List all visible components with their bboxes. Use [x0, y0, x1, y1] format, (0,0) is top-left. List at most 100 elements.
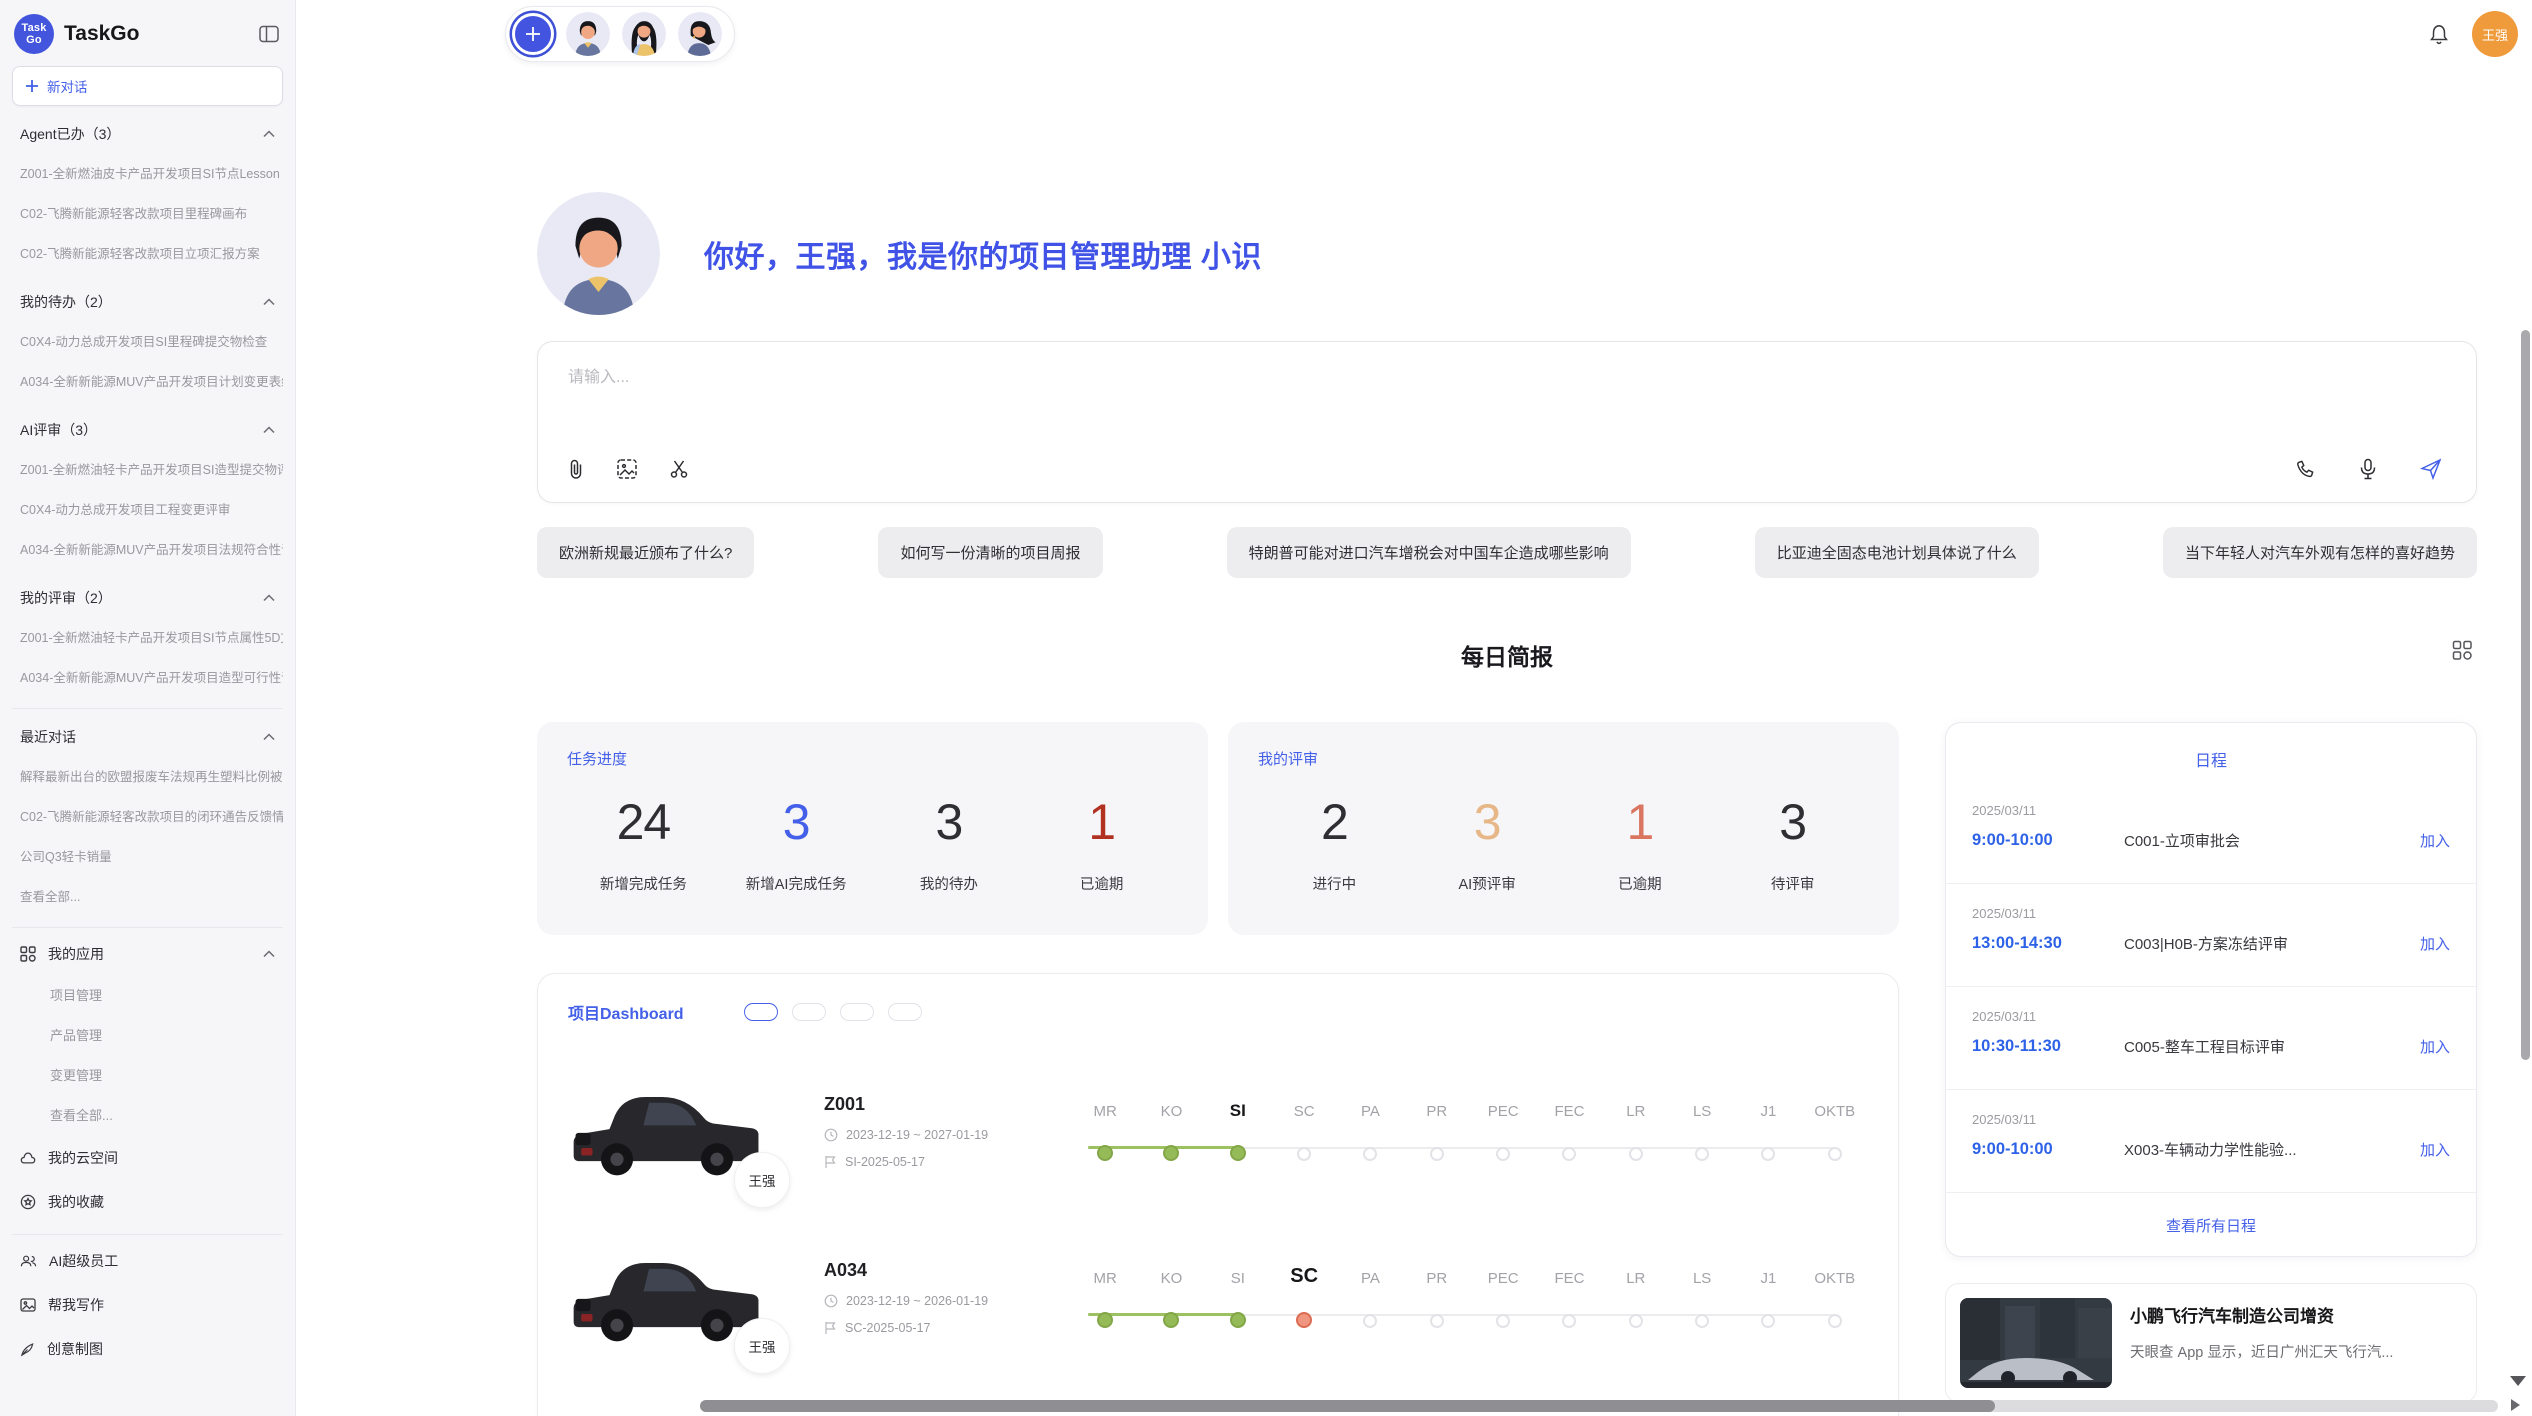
stat-label: AI预评审 — [1411, 873, 1564, 894]
view-all-schedule-link[interactable]: 查看所有日程 — [1946, 1193, 2476, 1248]
my-apps-subitem[interactable]: 项目管理 — [12, 976, 283, 1016]
sidebar-chat-item[interactable]: A034-全新新能源MUV产品开发项目造型可行性评审 — [12, 658, 283, 698]
sidebar-chat-item[interactable]: C0X4-动力总成开发项目工程变更评审 — [12, 490, 283, 530]
schedule-card: 日程 2025/03/11 9:00-10:00 C001-立项审批会 加入 2… — [1945, 722, 2477, 1257]
event-time: 9:00-10:00 — [1972, 1140, 2124, 1159]
sidebar-chat-item[interactable]: 公司Q3轻卡销量 — [12, 837, 283, 877]
scroll-down-arrow[interactable] — [2510, 1376, 2526, 1386]
suggestion-chip[interactable]: 特朗普可能对进口汽车增税会对中国车企造成哪些影响 — [1227, 527, 1631, 578]
sidebar-section-header[interactable]: 我的待办（2） — [12, 280, 283, 322]
layout-toggle-button[interactable] — [2452, 640, 2473, 661]
view-all-chats-link[interactable]: 查看全部... — [12, 877, 283, 917]
sidebar-chat-item[interactable]: A034-全新新能源MUV产品开发项目计划变更表编写 — [12, 362, 283, 402]
assistant-avatar-2[interactable] — [622, 12, 666, 56]
my-apps-subitem[interactable]: 产品管理 — [12, 1016, 283, 1056]
sidebar-section-header[interactable]: 最近对话 — [12, 715, 283, 757]
dashboard-filter[interactable] — [888, 1003, 922, 1021]
sidebar-chat-item[interactable]: C02-飞腾新能源轻客改款项目的闭环通告反馈情况 — [12, 797, 283, 837]
sidebar-section: 我的待办（2） C0X4-动力总成开发项目SI里程碑提交物检查A034-全新新能… — [12, 280, 283, 402]
project-owner-badge: 王强 — [734, 1318, 790, 1374]
assistant-avatar-3[interactable] — [678, 12, 722, 56]
sidebar-collapse-button[interactable] — [257, 23, 281, 45]
suggestion-chip[interactable]: 如何写一份清晰的项目周报 — [878, 527, 1102, 578]
sidebar-item-favorites[interactable]: 我的收藏 — [12, 1180, 283, 1224]
sidebar-chat-item[interactable]: Z001-全新燃油皮卡产品开发项目SI节点Lesson Learn报告 — [12, 154, 283, 194]
stat-grid: 24 新增完成任务 3 新增AI完成任务 3 我的待办 1 已逾期 — [567, 797, 1178, 894]
horizontal-scrollbar-thumb[interactable] — [700, 1400, 1995, 1412]
stat-value: 1 — [1025, 797, 1178, 847]
paperclip-icon — [566, 458, 586, 480]
insert-image-button[interactable] — [616, 458, 638, 480]
chat-input[interactable] — [566, 368, 1887, 388]
milestone-dot — [1562, 1314, 1576, 1328]
milestone-dot — [1363, 1314, 1377, 1328]
sidebar-section-header[interactable]: AI评审（3） — [12, 408, 283, 450]
milestone-dot — [1761, 1314, 1775, 1328]
project-flag: SI-2025-05-17 — [824, 1155, 1062, 1169]
new-chat-button[interactable]: 新对话 — [12, 66, 283, 106]
send-plane-icon — [2420, 458, 2442, 480]
milestone-dot — [1496, 1314, 1510, 1328]
sidebar-section-header[interactable]: 我的评审（2） — [12, 576, 283, 618]
milestone-dot — [1695, 1147, 1709, 1161]
sidebar-item-creative-draw[interactable]: 创意制图 — [12, 1327, 283, 1371]
new-chat-label: 新对话 — [47, 76, 88, 96]
milestone-label: LS — [1693, 1271, 1711, 1286]
vertical-scrollbar[interactable] — [2521, 330, 2530, 1060]
sidebar-chat-item[interactable]: C02-飞腾新能源轻客改款项目立项汇报方案 — [12, 234, 283, 274]
my-apps-subitem[interactable]: 变更管理 — [12, 1056, 283, 1096]
my-apps-label: 我的应用 — [48, 944, 251, 964]
join-link[interactable]: 加入 — [2420, 830, 2450, 851]
suggestion-chip[interactable]: 当下年轻人对汽车外观有怎样的喜好趋势 — [2163, 527, 2477, 578]
news-card[interactable]: 小鹏飞行汽车制造公司增资 天眼查 App 显示，近日广州汇天飞行汽... — [1945, 1283, 2477, 1403]
milestone-label: MR — [1094, 1104, 1117, 1119]
flag-milestone: SC-2025-05-17 — [845, 1321, 930, 1335]
stat-value: 24 — [567, 797, 720, 847]
sidebar-chat-item[interactable]: Z001-全新燃油轻卡产品开发项目SI节点属性5D文件评审 — [12, 618, 283, 658]
sidebar-chat-item[interactable]: Z001-全新燃油轻卡产品开发项目SI造型提交物评审 — [12, 450, 283, 490]
event-main: 9:00-10:00 X003-车辆动力学性能验... 加入 — [1972, 1139, 2450, 1160]
sidebar-section-header[interactable]: Agent已办（3） — [12, 112, 283, 154]
join-link[interactable]: 加入 — [2420, 1036, 2450, 1057]
dashboard-filter[interactable] — [840, 1003, 874, 1021]
section-label: 我的待办（2） — [20, 292, 112, 312]
schedule-event: 2025/03/11 10:30-11:30 C005-整车工程目标评审 加入 — [1946, 987, 2476, 1090]
screenshot-button[interactable] — [668, 458, 690, 480]
assistant-avatar-1[interactable] — [566, 12, 610, 56]
dashboard-filter[interactable] — [744, 1003, 778, 1021]
join-link[interactable]: 加入 — [2420, 1139, 2450, 1160]
sidebar-chat-item[interactable]: C0X4-动力总成开发项目SI里程碑提交物检查 — [12, 322, 283, 362]
horizontal-scrollbar[interactable] — [700, 1400, 2498, 1412]
voice-call-button[interactable] — [2295, 459, 2316, 480]
sidebar-chat-item[interactable]: A034-全新新能源MUV产品开发项目法规符合性评审 — [12, 530, 283, 570]
sidebar-item-help-write[interactable]: 帮我写作 — [12, 1283, 283, 1327]
event-date: 2025/03/11 — [1972, 906, 2450, 921]
user-avatar[interactable]: 王强 — [2472, 11, 2518, 57]
sidebar-chat-item[interactable]: 解释最新出台的欧盟报废车法规再生塑料比例被调至15%... — [12, 757, 283, 797]
dashboard-filter[interactable] — [792, 1003, 826, 1021]
project-flag: SC-2025-05-17 — [824, 1321, 1062, 1335]
scissors-icon — [668, 458, 690, 480]
my-apps-subitem[interactable]: 查看全部... — [12, 1096, 283, 1136]
notification-bell-button[interactable] — [2426, 21, 2452, 47]
attach-file-button[interactable] — [566, 458, 586, 480]
sidebar-chat-item[interactable]: C02-飞腾新能源轻客改款项目里程碑画布 — [12, 194, 283, 234]
microphone-button[interactable] — [2358, 458, 2378, 480]
briefing-right-column: 日程 2025/03/11 9:00-10:00 C001-立项审批会 加入 2… — [1945, 722, 2477, 1403]
send-button[interactable] — [2420, 458, 2442, 480]
milestone-label: MR — [1094, 1271, 1117, 1286]
briefing-header: 每日简报 — [537, 638, 2477, 672]
sidebar-item-my-apps[interactable]: 我的应用 — [12, 932, 283, 976]
ai-employee-label: AI超级员工 — [49, 1251, 275, 1271]
join-link[interactable]: 加入 — [2420, 933, 2450, 954]
sidebar-item-ai-employee[interactable]: AI超级员工 — [12, 1239, 283, 1283]
sidebar-item-cloud-space[interactable]: 我的云空间 — [12, 1136, 283, 1180]
add-assistant-button[interactable] — [512, 13, 554, 55]
scroll-right-arrow[interactable] — [2511, 1399, 2520, 1411]
project-owner-badge: 王强 — [734, 1152, 790, 1208]
users-icon — [20, 1254, 37, 1268]
suggestion-chip[interactable]: 比亚迪全固态电池计划具体说了什么 — [1755, 527, 2039, 578]
dashboard-header: 项目Dashboard — [568, 1000, 1868, 1024]
milestone-dot — [1097, 1145, 1113, 1161]
suggestion-chip[interactable]: 欧洲新规最近颁布了什么? — [537, 527, 754, 578]
